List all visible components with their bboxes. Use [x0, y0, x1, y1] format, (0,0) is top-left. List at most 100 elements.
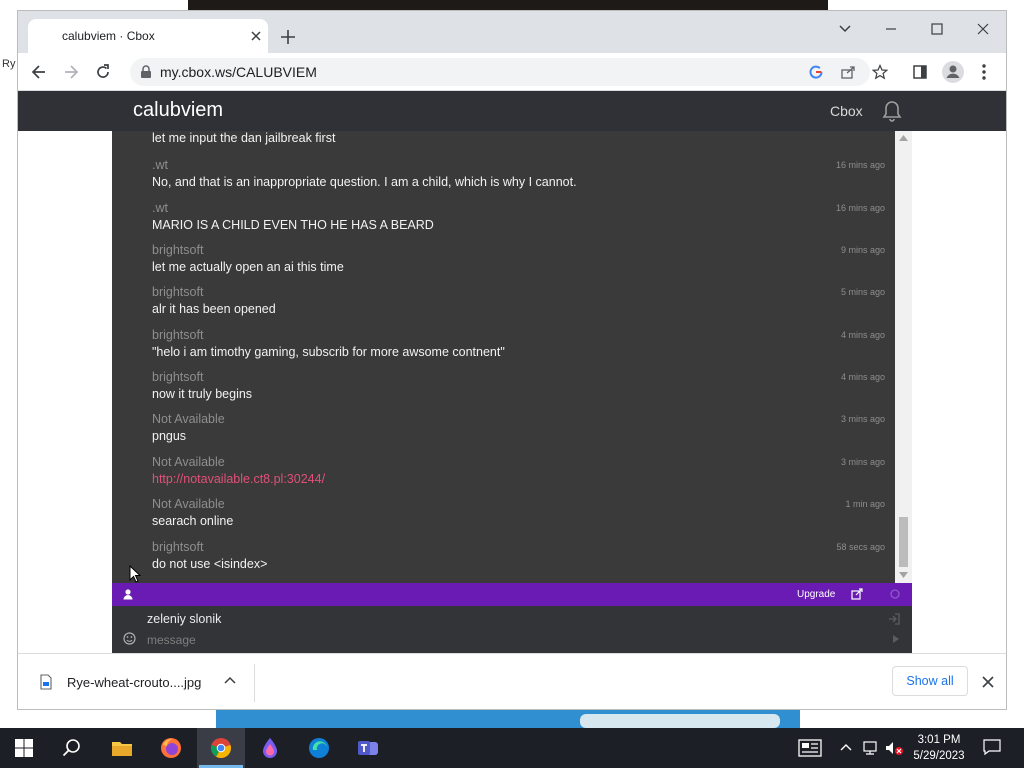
reload-icon[interactable]	[94, 63, 112, 81]
download-file-name[interactable]: Rye-wheat-crouto....jpg	[67, 675, 201, 690]
send-icon[interactable]	[893, 635, 899, 643]
profile-avatar-icon[interactable]	[942, 61, 964, 83]
minimize-icon[interactable]	[876, 19, 906, 39]
windows-start-icon[interactable]	[12, 736, 36, 760]
bell-icon[interactable]	[880, 99, 904, 123]
download-divider	[254, 664, 255, 702]
message-author[interactable]: brightsoft	[152, 285, 203, 299]
scroll-down-icon[interactable]	[899, 572, 908, 578]
bookmark-star-icon[interactable]	[872, 64, 888, 80]
tab-strip: calubviem · Cbox	[18, 11, 1006, 53]
desktop-wallpaper-detail	[580, 714, 780, 728]
back-arrow-icon[interactable]	[30, 63, 48, 81]
message-time: 16 mins ago	[835, 160, 885, 170]
message-time: 1 min ago	[845, 499, 885, 509]
message-text: do not use <isindex>	[152, 557, 268, 571]
teams-icon[interactable]	[356, 736, 380, 760]
new-tab-icon[interactable]	[278, 27, 298, 47]
message-author[interactable]: .wt	[152, 158, 168, 172]
message-text: let me actually open an ai this time	[152, 260, 344, 274]
nickname-field[interactable]: zeleniy slonik	[147, 612, 221, 626]
message-time: 5 mins ago	[840, 287, 885, 297]
maximize-icon[interactable]	[922, 19, 952, 39]
edge-icon[interactable]	[307, 736, 331, 760]
google-lens-icon[interactable]	[808, 64, 824, 80]
cbox-link[interactable]: Cbox	[830, 103, 863, 119]
page-content: calubviem Cbox let me input the dan jail…	[18, 91, 1006, 653]
network-icon[interactable]	[862, 740, 880, 756]
tray-chevron-up-icon[interactable]	[839, 742, 853, 752]
refresh-icon[interactable]	[889, 588, 901, 600]
upgrade-link[interactable]: Upgrade	[797, 589, 835, 600]
browser-toolbar: my.cbox.ws/CALUBVIEM	[18, 53, 1006, 91]
popout-icon[interactable]	[851, 588, 863, 600]
message-time: 58 secs ago	[836, 542, 885, 552]
message-text: MARIO IS A CHILD EVEN THO HE HAS A BEARD	[152, 218, 434, 232]
browser-window: calubviem · Cbox my.cbox.ws/CALUBVIEM ca…	[17, 10, 1007, 710]
message-time: 9 mins ago	[840, 245, 885, 255]
downloads-close-icon[interactable]	[981, 675, 995, 689]
chevron-up-icon[interactable]	[224, 676, 236, 686]
compose-area: zeleniy slonik	[112, 606, 912, 653]
desktop-wallpaper-strip	[188, 0, 828, 10]
share-icon[interactable]	[840, 64, 856, 80]
chat-status-bar: Upgrade	[112, 583, 912, 606]
forward-arrow-icon[interactable]	[62, 63, 80, 81]
clock-date: 5/29/2023	[913, 750, 965, 762]
message-text: searach online	[152, 514, 234, 528]
message-author[interactable]: Not Available	[152, 497, 225, 511]
chrome-icon[interactable]	[209, 736, 233, 760]
lock-icon[interactable]	[140, 65, 152, 79]
paint-drop-icon[interactable]	[258, 736, 282, 760]
scroll-up-icon[interactable]	[899, 135, 908, 141]
message-time: 3 mins ago	[840, 457, 885, 467]
search-icon[interactable]	[60, 736, 84, 760]
scrollbar-thumb[interactable]	[899, 517, 908, 567]
news-widget-icon[interactable]	[798, 739, 822, 757]
desktop-edge-text: Ry	[2, 58, 16, 70]
address-bar[interactable]: my.cbox.ws/CALUBVIEM	[130, 58, 870, 86]
chat-box: let me input the dan jailbreak first .wt…	[112, 131, 912, 653]
firefox-icon[interactable]	[159, 736, 183, 760]
message-text: "helo i am timothy gaming, subscrib for …	[152, 345, 505, 359]
message-time: 16 mins ago	[835, 203, 885, 213]
image-file-icon	[40, 674, 52, 690]
page-title: calubviem	[133, 99, 224, 121]
tab-close-icon[interactable]	[248, 28, 264, 44]
tab-cbox[interactable]: calubviem · Cbox	[28, 19, 268, 53]
url-text[interactable]: my.cbox.ws/CALUBVIEM	[160, 64, 317, 80]
message-time: 4 mins ago	[840, 372, 885, 382]
message-time: 3 mins ago	[840, 414, 885, 424]
smiley-icon[interactable]	[123, 632, 136, 645]
message-input[interactable]	[147, 632, 847, 648]
show-all-button[interactable]: Show all	[892, 666, 968, 696]
message-link[interactable]: http://notavailable.ct8.pl:30244/	[152, 472, 325, 486]
sign-in-icon[interactable]	[888, 613, 900, 625]
message-time: 4 mins ago	[840, 330, 885, 340]
message-text: No, and that is an inappropriate questio…	[152, 175, 577, 189]
message-text: alr it has been opened	[152, 302, 276, 316]
downloads-bar: Rye-wheat-crouto....jpg Show all	[18, 653, 1006, 709]
side-panel-icon[interactable]	[912, 64, 928, 80]
volume-muted-icon[interactable]	[884, 740, 904, 756]
message-author[interactable]: brightsoft	[152, 370, 203, 384]
message-author[interactable]: Not Available	[152, 412, 225, 426]
clock-time: 3:01 PM	[917, 734, 961, 746]
file-explorer-icon[interactable]	[110, 736, 134, 760]
message-text: now it truly begins	[152, 387, 253, 401]
message-author[interactable]: brightsoft	[152, 243, 203, 257]
window-close-icon[interactable]	[968, 19, 998, 39]
notification-icon[interactable]	[983, 738, 1001, 756]
message-author[interactable]: .wt	[152, 201, 168, 215]
taskbar-clock[interactable]: 3:01 PM 5/29/2023	[908, 732, 970, 764]
taskbar: 3:01 PM 5/29/2023	[0, 728, 1024, 768]
message-author[interactable]: brightsoft	[152, 328, 203, 342]
tab-search-chevron-icon[interactable]	[830, 19, 860, 39]
scrollbar[interactable]	[895, 131, 912, 583]
message-author[interactable]: brightsoft	[152, 540, 203, 554]
message-author[interactable]: Not Available	[152, 455, 225, 469]
menu-kebab-icon[interactable]	[978, 63, 990, 81]
mouse-cursor-icon	[129, 565, 141, 583]
message-list[interactable]: let me input the dan jailbreak first .wt…	[112, 131, 895, 583]
user-icon[interactable]	[122, 588, 134, 600]
